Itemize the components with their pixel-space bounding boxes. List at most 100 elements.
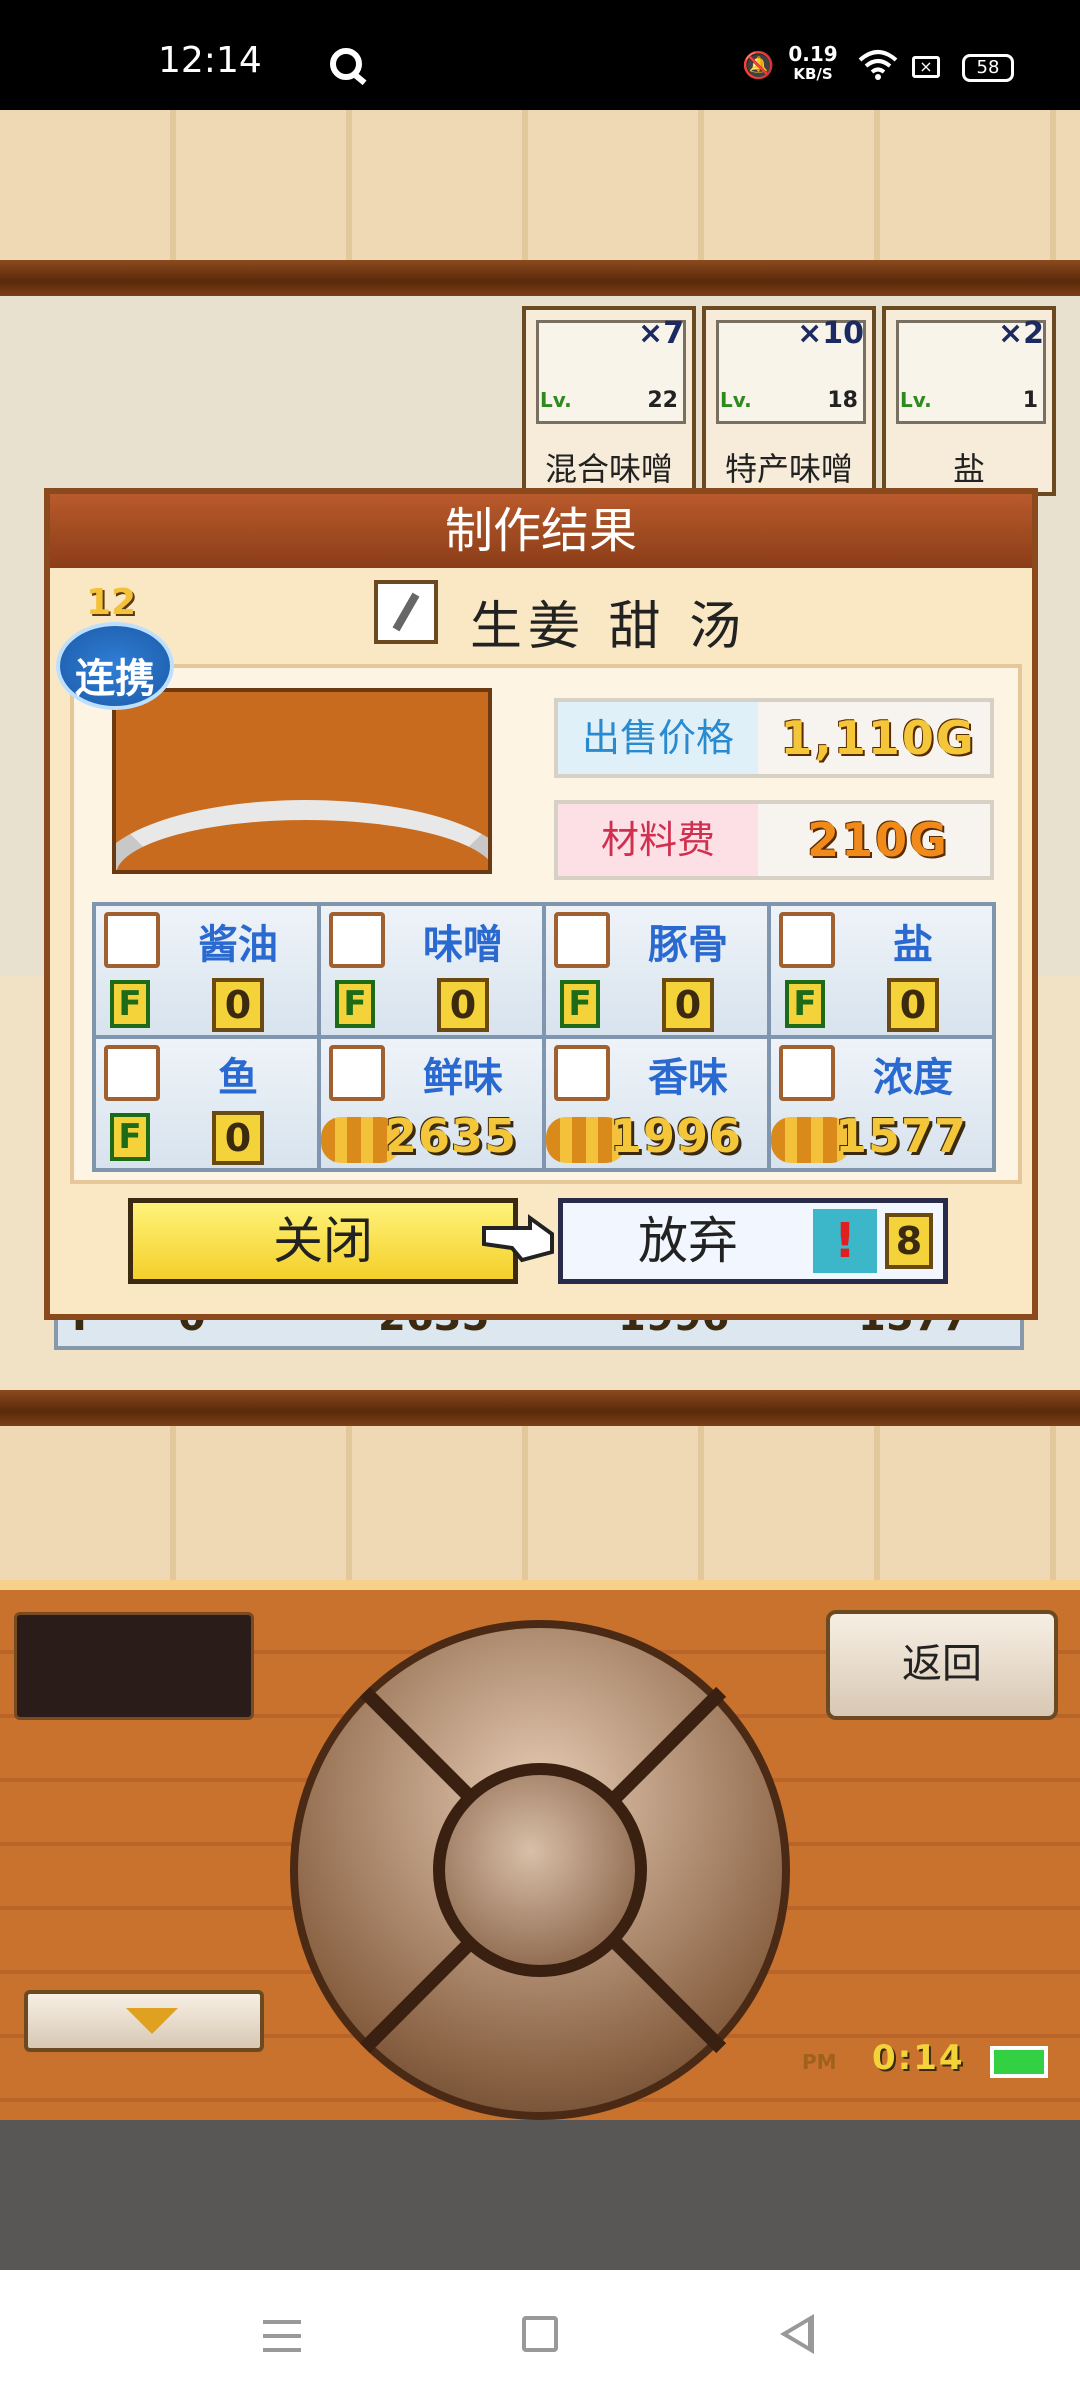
- sale-price-label: 出售价格: [558, 702, 758, 774]
- fish-icon: [104, 1045, 160, 1101]
- stat-value: 0: [887, 978, 939, 1032]
- stat-value: 2635: [385, 1109, 518, 1163]
- wood-beam: [0, 260, 1080, 296]
- give-up-button[interactable]: 放弃 ! 8: [558, 1198, 948, 1284]
- stat-name: 鲜味: [423, 1055, 503, 1101]
- wifi-icon: [858, 50, 898, 80]
- umami-icon: [329, 1045, 385, 1101]
- back-button[interactable]: 返回: [826, 1610, 1058, 1720]
- stat-rank: F: [785, 980, 825, 1028]
- wood-beam: [0, 1390, 1080, 1426]
- stat-name: 香味: [648, 1055, 728, 1101]
- game-battery-icon: [990, 2046, 1048, 2078]
- no-sim-icon: ×: [912, 56, 940, 78]
- stat-value: 0: [212, 978, 264, 1032]
- app-notification-icon: [330, 48, 362, 80]
- stat-value: 1996: [610, 1109, 743, 1163]
- stat-soy-sauce: 酱油 F 0: [96, 906, 317, 1035]
- give-up-count: 8: [885, 1213, 933, 1269]
- close-button[interactable]: 关闭: [128, 1198, 518, 1284]
- stat-name: 浓度: [873, 1055, 953, 1101]
- status-bar: 12:14 🔕 0.19 KB/S × 58: [0, 0, 1080, 110]
- item-name: 混合味噌: [544, 450, 673, 488]
- network-speed-value: 0.19: [788, 42, 838, 66]
- bottom-gray-area: [0, 2120, 1080, 2270]
- controller-panel: 返回 PM 0:14: [0, 1590, 1080, 2120]
- soy-sauce-icon: [104, 912, 160, 968]
- stat-miso: 味噌 F 0: [321, 906, 542, 1035]
- item-name: 特产味噌: [724, 450, 853, 488]
- item-count: ×10: [797, 316, 864, 351]
- stat-rank: F: [110, 1113, 150, 1161]
- item-level: 1: [1022, 388, 1038, 413]
- warning-icon: !: [813, 1209, 877, 1273]
- level-label: Lv.: [540, 388, 572, 412]
- level-label: Lv.: [720, 388, 752, 412]
- stat-fish: 鱼 F 0: [96, 1039, 317, 1168]
- miso-icon: [329, 912, 385, 968]
- combo-badge: 12 连携: [56, 582, 174, 710]
- stat-umami: 鲜味 2635: [321, 1039, 542, 1168]
- combo-level: 12: [86, 582, 137, 623]
- result-dialog: 制作结果 生姜 甜 汤 出售价格 1,110G 材料费 210G 酱油 F 0 …: [44, 488, 1038, 1320]
- floor-background: [0, 1426, 1080, 1580]
- status-time: 12:14: [158, 40, 262, 81]
- shelf-item-mixed-miso[interactable]: ×7 Lv. 22 混合味噌: [522, 306, 696, 496]
- stat-value: 0: [212, 1111, 264, 1165]
- dish-name: 生姜 甜 汤: [470, 597, 748, 657]
- dialog-title: 制作结果: [50, 494, 1032, 568]
- stat-name: 盐: [893, 922, 933, 968]
- network-speed: 0.19 KB/S: [788, 44, 838, 84]
- item-name: 盐: [952, 450, 985, 488]
- sale-price-box: 出售价格 1,110G: [554, 698, 994, 778]
- home-icon[interactable]: [522, 2316, 558, 2352]
- dpad-center-button[interactable]: [433, 1763, 647, 1977]
- aroma-icon: [554, 1045, 610, 1101]
- level-label: Lv.: [900, 388, 932, 412]
- stat-density: 浓度 1577: [771, 1039, 992, 1168]
- material-cost-label: 材料费: [558, 804, 758, 876]
- stat-rank: F: [560, 980, 600, 1028]
- pointing-hand-icon: [482, 1214, 554, 1263]
- stat-name: 酱油: [198, 922, 278, 968]
- item-level: 22: [647, 388, 678, 413]
- shelf-item-local-miso[interactable]: ×10 Lv. 18 特产味噌: [702, 306, 876, 496]
- stats-grid: 酱油 F 0 味噌 F 0 豚骨 F 0 盐 F 0 鱼 F 0 鲜味 2635…: [92, 902, 996, 1172]
- stat-pork-bone: 豚骨 F 0: [546, 906, 767, 1035]
- battery-indicator: 58: [962, 54, 1014, 82]
- network-speed-unit: KB/S: [793, 65, 833, 83]
- combo-label: 连携: [75, 656, 155, 702]
- stat-value: 0: [662, 978, 714, 1032]
- stat-value: 0: [437, 978, 489, 1032]
- stat-name: 味噌: [423, 922, 503, 968]
- sale-price-value: 1,110G: [780, 711, 976, 765]
- combo-badge-circle: 连携: [56, 622, 174, 710]
- wall-background: [0, 110, 1080, 260]
- stat-salt: 盐 F 0: [771, 906, 992, 1035]
- game-clock: 0:14: [872, 2038, 965, 2078]
- stat-rank: F: [335, 980, 375, 1028]
- am-pm-label: PM: [802, 2050, 837, 2074]
- controller-top-border: [0, 1580, 1080, 1590]
- stat-value: 1577: [835, 1109, 968, 1163]
- stat-name: 鱼: [218, 1055, 258, 1101]
- item-count: ×7: [637, 316, 684, 351]
- density-icon: [779, 1045, 835, 1101]
- shelf-item-salt[interactable]: ×2 Lv. 1 盐: [882, 306, 1056, 496]
- stat-name: 豚骨: [648, 922, 728, 968]
- material-cost-value: 210G: [807, 813, 949, 867]
- salt-icon: [779, 912, 835, 968]
- directional-pad[interactable]: [290, 1620, 790, 2120]
- menu-icon[interactable]: [263, 2320, 301, 2352]
- stat-aroma: 香味 1996: [546, 1039, 767, 1168]
- ladle-icon: [374, 580, 438, 644]
- back-icon[interactable]: [780, 2314, 814, 2354]
- mute-icon: 🔕: [742, 51, 775, 81]
- result-panel: 出售价格 1,110G 材料费 210G 酱油 F 0 味噌 F 0 豚骨 F …: [70, 664, 1022, 1184]
- item-level: 18: [827, 388, 858, 413]
- scroll-down-button[interactable]: [24, 1990, 264, 2052]
- pork-bone-icon: [554, 912, 610, 968]
- game-screen: ×7 Lv. 22 混合味噌 ×10 Lv. 18 特产味噌 ×2 Lv. 1 …: [0, 110, 1080, 2270]
- item-count: ×2: [997, 316, 1044, 351]
- material-cost-box: 材料费 210G: [554, 800, 994, 880]
